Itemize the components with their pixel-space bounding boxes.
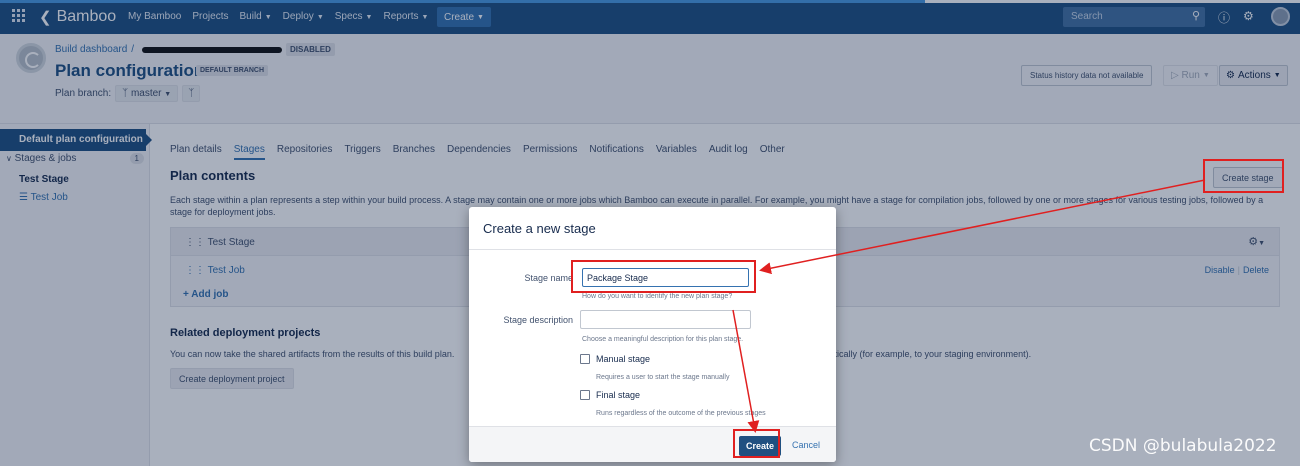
watermark: CSDN @bulabula2022 (1089, 436, 1277, 456)
arrow-to-create-button (732, 309, 760, 433)
annotation-arrows (732, 179, 1206, 433)
arrow-to-stage-name (759, 179, 1206, 275)
